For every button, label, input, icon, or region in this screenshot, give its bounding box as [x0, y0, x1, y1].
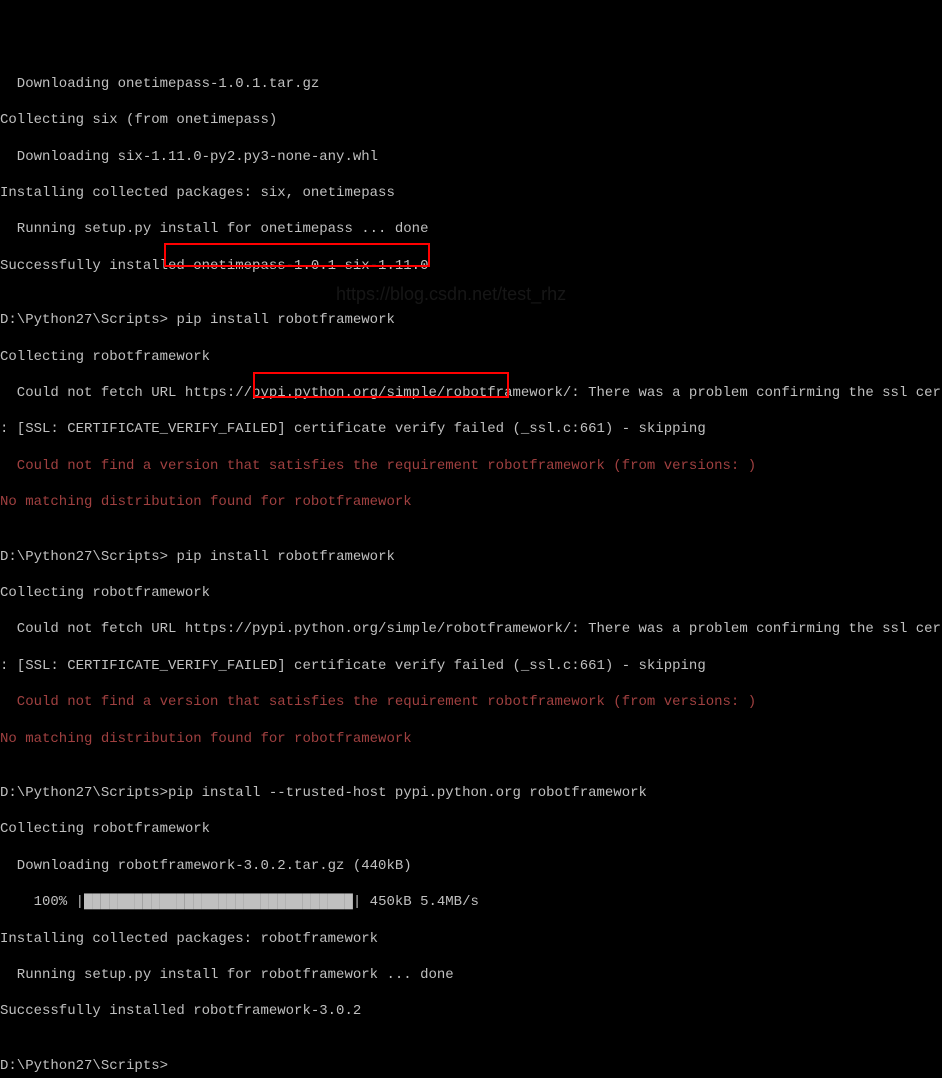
terminal-error-line: No matching distribution found for robot… [0, 730, 942, 748]
progress-percent: 100% | [0, 894, 84, 910]
terminal-line: Installing collected packages: six, onet… [0, 184, 942, 202]
terminal-line: : [SSL: CERTIFICATE_VERIFY_FAILED] certi… [0, 420, 942, 438]
terminal-line: Collecting robotframework [0, 348, 942, 366]
terminal-line: Downloading onetimepass-1.0.1.tar.gz [0, 75, 942, 93]
terminal-line: Collecting robotframework [0, 820, 942, 838]
terminal-line: Running setup.py install for robotframew… [0, 966, 942, 984]
terminal-prompt-line[interactable]: D:\Python27\Scripts> pip install robotfr… [0, 548, 942, 566]
terminal-line: Could not fetch URL https://pypi.python.… [0, 384, 942, 402]
terminal-prompt-line[interactable]: D:\Python27\Scripts> pip install robotfr… [0, 311, 942, 329]
terminal-line: : [SSL: CERTIFICATE_VERIFY_FAILED] certi… [0, 657, 942, 675]
terminal-error-line: No matching distribution found for robot… [0, 493, 942, 511]
terminal-error-line: Could not find a version that satisfies … [0, 693, 942, 711]
terminal-progress-line: 100% |████████████████████████████████| … [0, 893, 942, 911]
command-input: pip install --trusted-host pypi.python.o… [168, 785, 647, 801]
command-input: pip install robotframework [176, 549, 394, 565]
terminal-line: Downloading six-1.11.0-py2.py3-none-any.… [0, 148, 942, 166]
command-input: pip install robotframework [176, 312, 394, 328]
prompt: D:\Python27\Scripts> [0, 549, 176, 565]
terminal-line: Could not fetch URL https://pypi.python.… [0, 620, 942, 638]
watermark-text: https://blog.csdn.net/test_rhz [336, 283, 566, 306]
terminal-error-line: Could not find a version that satisfies … [0, 457, 942, 475]
terminal-prompt-line[interactable]: D:\Python27\Scripts>pip install --truste… [0, 784, 942, 802]
terminal-line: Downloading robotframework-3.0.2.tar.gz … [0, 857, 942, 875]
prompt: D:\Python27\Scripts> [0, 785, 168, 801]
progress-stats: | 450kB 5.4MB/s [353, 894, 479, 910]
terminal-line: Collecting six (from onetimepass) [0, 111, 942, 129]
prompt: D:\Python27\Scripts> [0, 1058, 168, 1074]
terminal-prompt-line[interactable]: D:\Python27\Scripts> [0, 1057, 942, 1075]
terminal-line: Running setup.py install for onetimepass… [0, 220, 942, 238]
terminal-line: Collecting robotframework [0, 584, 942, 602]
prompt: D:\Python27\Scripts> [0, 312, 176, 328]
terminal-line: Successfully installed robotframework-3.… [0, 1002, 942, 1020]
terminal-line: Successfully installed onetimepass-1.0.1… [0, 257, 942, 275]
terminal-line: Installing collected packages: robotfram… [0, 930, 942, 948]
progress-bar: ████████████████████████████████ [84, 894, 353, 910]
